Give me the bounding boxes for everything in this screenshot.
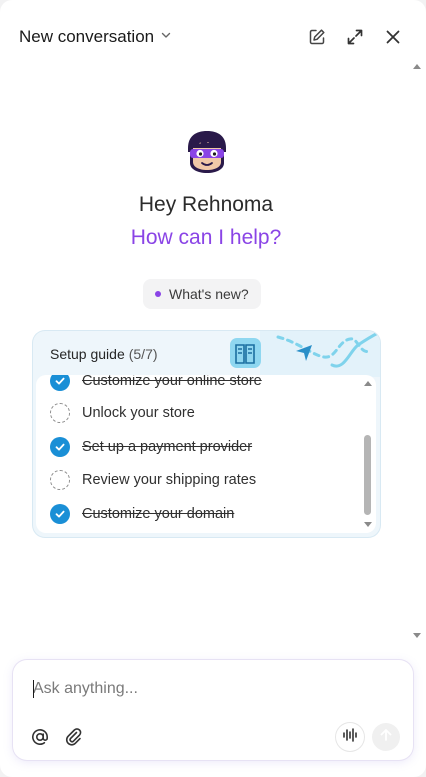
setup-task-label: Unlock your store — [82, 405, 195, 421]
paperclip-icon[interactable] — [63, 726, 85, 748]
setup-guide-card[interactable]: Setup guide (5/7) Customize your online s… — [33, 331, 380, 537]
setup-task-item[interactable]: Customize your online store — [50, 375, 262, 396]
setup-task-label: Customize your domain — [82, 506, 235, 522]
check-circle-icon[interactable] — [50, 504, 70, 524]
message-composer — [13, 660, 413, 760]
chevron-down-icon — [160, 28, 172, 46]
setup-task-item[interactable]: Set up a payment provider — [50, 432, 252, 462]
dot-icon — [155, 291, 161, 297]
expand-icon[interactable] — [344, 26, 366, 48]
conversation-title: New conversation — [19, 27, 155, 46]
setup-task-label: Set up a payment provider — [82, 439, 253, 455]
panel-scroll-up-arrow[interactable] — [413, 64, 421, 69]
empty-circle-icon[interactable] — [50, 470, 70, 490]
whats-new-button[interactable]: What's new? — [143, 279, 261, 309]
send-arrow-icon — [379, 728, 393, 747]
greeting-heading: Hey Rehnoma — [138, 193, 274, 216]
conversation-selector[interactable]: New conversation — [19, 27, 172, 47]
at-sign-icon[interactable] — [29, 726, 51, 748]
assistant-avatar-icon — [184, 130, 230, 174]
task-list-scrollbar[interactable] — [364, 379, 372, 529]
setup-guide-progress: (5/7) — [128, 346, 158, 362]
check-circle-icon[interactable] — [50, 375, 70, 391]
task-list-scroll-thumb[interactable] — [364, 435, 371, 515]
edit-icon[interactable] — [306, 26, 328, 48]
ask-input[interactable] — [33, 676, 393, 702]
voice-input-button[interactable] — [336, 723, 364, 751]
empty-circle-icon[interactable] — [50, 403, 70, 423]
close-icon[interactable] — [382, 26, 404, 48]
check-circle-icon[interactable] — [50, 437, 70, 457]
setup-guide-task-list[interactable]: Customize your online store Unlock your s… — [36, 375, 376, 533]
setup-guide-label: Setup guide — [50, 346, 125, 362]
setup-task-label: Review your shipping rates — [82, 472, 257, 488]
help-subtitle: How can I help? — [130, 226, 282, 249]
setup-task-label: Customize your online store — [82, 375, 262, 389]
setup-task-item[interactable]: Customize your domain — [50, 499, 234, 529]
voice-icon — [342, 727, 358, 748]
setup-task-item[interactable]: Unlock your store — [50, 398, 195, 428]
whats-new-label: What's new? — [169, 286, 249, 302]
setup-guide-title: Setup guide (5/7) — [50, 346, 158, 362]
task-list-scroll-down-arrow[interactable] — [364, 522, 372, 527]
panel-header: New conversation — [0, 0, 426, 76]
assistant-panel: New conversation Hey Rehnoma How can I h… — [0, 0, 426, 777]
task-list-scroll-up-arrow[interactable] — [364, 381, 372, 386]
setup-guide-illustration — [230, 331, 380, 377]
setup-task-item[interactable]: Review your shipping rates — [50, 465, 256, 495]
text-caret — [33, 680, 34, 698]
panel-scroll-down-arrow[interactable] — [413, 633, 421, 638]
send-button[interactable] — [372, 723, 400, 751]
